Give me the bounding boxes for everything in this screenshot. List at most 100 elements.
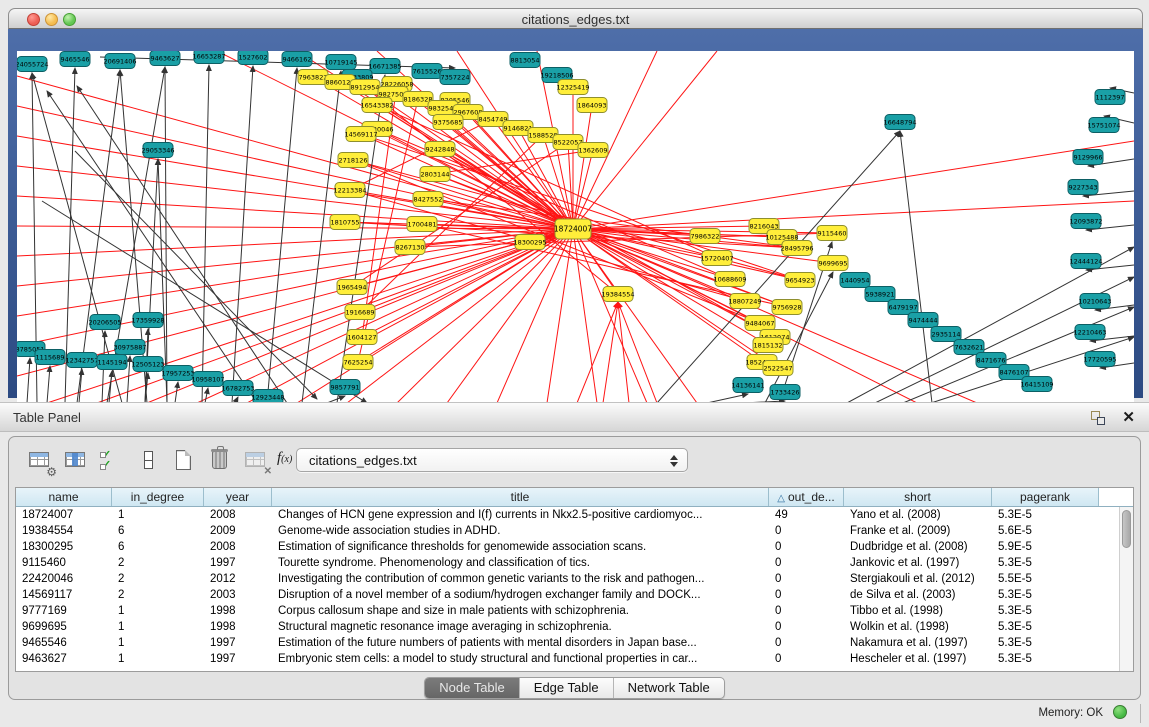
cell-name[interactable]: 22420046 bbox=[16, 571, 112, 587]
cell-short[interactable]: Dudbridge et al. (2008) bbox=[844, 539, 992, 555]
graph-node[interactable]: 9115460 bbox=[817, 226, 847, 241]
column-visibility-button[interactable] bbox=[63, 447, 91, 475]
cell-out_de[interactable]: 0 bbox=[769, 523, 844, 539]
graph-node[interactable]: 7986322 bbox=[690, 229, 720, 244]
column-header-in_degree[interactable]: in_degree bbox=[112, 488, 204, 506]
graph-node[interactable]: 12213384 bbox=[333, 183, 366, 198]
cell-year[interactable]: 2009 bbox=[204, 523, 272, 539]
cell-year[interactable]: 1997 bbox=[204, 635, 272, 651]
rows-view-button[interactable] bbox=[135, 447, 163, 475]
graph-edge[interactable] bbox=[573, 201, 1134, 229]
cell-in_degree[interactable]: 1 bbox=[112, 507, 204, 523]
graph-node[interactable]: 9227343 bbox=[1068, 180, 1098, 195]
cell-out_de[interactable]: 49 bbox=[769, 507, 844, 523]
cell-name[interactable]: 18724007 bbox=[16, 507, 112, 523]
graph-node[interactable]: 8427552 bbox=[413, 192, 443, 207]
graph-edge[interactable] bbox=[175, 382, 178, 403]
cell-title[interactable]: Changes of HCN gene expression and I(f) … bbox=[272, 507, 769, 523]
graph-node[interactable]: 9375685 bbox=[433, 115, 463, 130]
graph-node[interactable]: 7963822 bbox=[298, 70, 328, 85]
tab-network-table[interactable]: Network Table bbox=[614, 678, 724, 698]
cell-in_degree[interactable]: 2 bbox=[112, 555, 204, 571]
graph-node[interactable]: 20206505 bbox=[88, 315, 121, 330]
graph-edge[interactable] bbox=[205, 388, 208, 403]
graph-node[interactable]: 16653287 bbox=[192, 51, 225, 64]
cell-title[interactable]: Corpus callosum shape and size in male p… bbox=[272, 603, 769, 619]
cell-out_de[interactable]: 0 bbox=[769, 635, 844, 651]
cell-short[interactable]: Wolkin et al. (1998) bbox=[844, 619, 992, 635]
cell-pagerank[interactable]: 5.3E-5 bbox=[992, 651, 1099, 667]
graph-node[interactable]: 8912954 bbox=[350, 80, 380, 95]
graph-edge[interactable] bbox=[397, 229, 573, 403]
cell-name[interactable]: 14569117 bbox=[16, 587, 112, 603]
column-header-name[interactable]: name bbox=[16, 488, 112, 506]
tab-edge-table[interactable]: Edge Table bbox=[520, 678, 614, 698]
cell-pagerank[interactable]: 5.9E-5 bbox=[992, 539, 1099, 555]
cell-in_degree[interactable]: 6 bbox=[112, 523, 204, 539]
graph-node[interactable]: 12923448 bbox=[251, 390, 284, 404]
cell-short[interactable]: Jankovic et al. (1997) bbox=[844, 555, 992, 571]
cell-in_degree[interactable]: 1 bbox=[112, 619, 204, 635]
graph-edge[interactable] bbox=[197, 229, 573, 403]
graph-node[interactable]: 1362609 bbox=[578, 143, 608, 158]
graph-node[interactable]: 9474444 bbox=[908, 313, 938, 328]
graph-node[interactable]: 17359928 bbox=[131, 313, 164, 328]
graph-node[interactable]: 17720595 bbox=[1083, 352, 1116, 367]
graph-node[interactable]: 7357224 bbox=[440, 70, 470, 85]
graph-edge[interactable] bbox=[573, 141, 1134, 229]
graph-node[interactable]: 9465546 bbox=[60, 52, 90, 67]
graph-node[interactable]: 18807249 bbox=[728, 294, 761, 309]
cell-name[interactable]: 19384554 bbox=[16, 523, 112, 539]
table-row[interactable]: 1830029562008Estimation of significance … bbox=[16, 539, 1133, 555]
graph-edge[interactable] bbox=[47, 229, 573, 403]
table-row[interactable]: 2242004622012Investigating the contribut… bbox=[16, 571, 1133, 587]
cell-year[interactable]: 1997 bbox=[204, 555, 272, 571]
table-row[interactable]: 969969511998Structural magnetic resonanc… bbox=[16, 619, 1133, 635]
graph-node[interactable]: 9654923 bbox=[785, 273, 815, 288]
graph-node[interactable]: 10958107 bbox=[191, 372, 224, 387]
cell-in_degree[interactable]: 1 bbox=[112, 651, 204, 667]
cell-year[interactable]: 1998 bbox=[204, 619, 272, 635]
graph-node[interactable]: 1115689 bbox=[35, 350, 65, 365]
graph-node[interactable]: 1440954 bbox=[840, 273, 870, 288]
graph-node[interactable]: 14569117 bbox=[344, 127, 377, 142]
cell-in_degree[interactable]: 6 bbox=[112, 539, 204, 555]
graph-node[interactable]: 10688609 bbox=[713, 272, 746, 287]
graph-node[interactable]: 16782753 bbox=[221, 381, 254, 396]
graph-node[interactable]: 9484067 bbox=[745, 316, 775, 331]
table-settings-button[interactable]: ⚙ bbox=[27, 447, 55, 475]
graph-edge[interactable] bbox=[577, 302, 618, 403]
vertical-scrollbar[interactable] bbox=[1119, 507, 1133, 671]
cell-in_degree[interactable]: 1 bbox=[112, 603, 204, 619]
tab-node-table[interactable]: Node Table bbox=[425, 678, 520, 698]
graph-node[interactable]: 9699695 bbox=[818, 256, 848, 271]
graph-node[interactable]: 9463627 bbox=[150, 51, 180, 66]
graph-node[interactable]: 16543382 bbox=[360, 98, 393, 113]
cell-pagerank[interactable]: 5.5E-5 bbox=[992, 571, 1099, 587]
graph-node[interactable]: 19384554 bbox=[601, 287, 634, 302]
graph-node[interactable]: 29053346 bbox=[141, 143, 174, 158]
graph-node[interactable]: 9857791 bbox=[330, 380, 360, 395]
graph-edge[interactable] bbox=[900, 131, 932, 403]
graph-edge[interactable] bbox=[27, 358, 30, 403]
cell-short[interactable]: Hescheler et al. (1997) bbox=[844, 651, 992, 667]
table-row[interactable]: 946362711997Embryonic stem cells: a mode… bbox=[16, 651, 1133, 667]
cell-out_de[interactable]: 0 bbox=[769, 651, 844, 667]
graph-node[interactable]: 12325419 bbox=[556, 80, 589, 95]
cell-title[interactable]: Structural magnetic resonance image aver… bbox=[272, 619, 769, 635]
graph-node[interactable]: 1700481 bbox=[407, 217, 437, 232]
graph-node[interactable]: 12210463 bbox=[1073, 325, 1106, 340]
cell-in_degree[interactable]: 2 bbox=[112, 571, 204, 587]
cell-title[interactable]: Disruption of a novel member of a sodium… bbox=[272, 587, 769, 603]
graph-node[interactable]: 2522547 bbox=[763, 361, 793, 376]
cell-pagerank[interactable]: 5.3E-5 bbox=[992, 587, 1099, 603]
cell-title[interactable]: Estimation of significance thresholds fo… bbox=[272, 539, 769, 555]
network-window-titlebar[interactable]: citations_edges.txt bbox=[8, 8, 1143, 29]
scrollbar-thumb[interactable] bbox=[1122, 510, 1131, 548]
graph-edge[interactable] bbox=[232, 66, 253, 403]
graph-node[interactable]: 1815132 bbox=[753, 338, 783, 353]
graph-node[interactable]: 2803144 bbox=[420, 167, 450, 182]
cell-in_degree[interactable]: 2 bbox=[112, 587, 204, 603]
table-row[interactable]: 1872400712008Changes of HCN gene express… bbox=[16, 507, 1133, 523]
cell-year[interactable]: 1997 bbox=[204, 651, 272, 667]
